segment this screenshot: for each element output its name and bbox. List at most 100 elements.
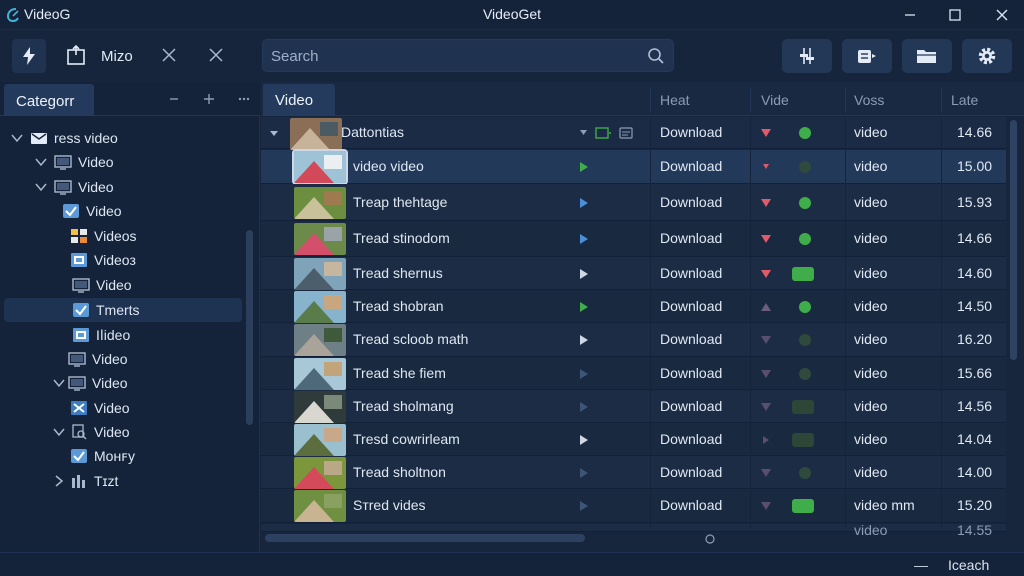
chevron-down-icon[interactable] [52,425,66,439]
table-row[interactable]: Sтred vides Download video mm 15.20 [261,489,1006,523]
video-thumbnail[interactable] [292,149,348,185]
status-cell[interactable]: Download [660,464,722,480]
table-row[interactable]: Tread sholmang Download video 14.56 [261,390,1006,423]
tree-item[interactable]: Video [0,273,245,297]
table-row[interactable]: Tread sholtnon Download video 14.00 [261,456,1006,489]
status-cell[interactable]: Download [660,497,722,513]
column-voss[interactable]: Voss [854,92,884,108]
chevron-down-icon[interactable] [10,131,24,145]
tree-item[interactable]: Video [0,420,245,444]
chevron-down-icon[interactable] [269,128,279,138]
tree-scrollbar[interactable] [246,230,253,425]
status-cell[interactable]: Download [660,265,722,281]
caption-icon[interactable] [619,127,633,139]
play-icon[interactable] [579,234,589,244]
play-icon[interactable] [579,402,589,412]
video-thumbnail[interactable] [294,424,346,456]
collapse-button[interactable] [164,90,184,108]
status-cell[interactable]: Download [660,365,722,381]
group-row[interactable]: Dattontias Download video 14.66 [261,117,1006,150]
video-thumbnail[interactable] [294,291,346,323]
settings-button[interactable] [962,39,1012,73]
video-thumbnail[interactable] [294,187,346,219]
table-row[interactable]: video video Download video 15.00 [261,149,1006,185]
play-icon[interactable] [579,435,589,445]
tree-item[interactable]: ress video [0,126,245,150]
chevron-down-icon[interactable] [579,129,588,137]
cancel-button[interactable] [203,42,229,68]
maximize-button[interactable] [935,2,975,28]
quick-action-button[interactable] [12,39,46,73]
export-button[interactable] [62,40,90,70]
tree-item[interactable]: Video [0,199,245,223]
play-icon[interactable] [579,198,589,208]
open-folder-button[interactable] [902,39,952,73]
search-input[interactable] [271,46,641,66]
status-cell[interactable]: Download [660,194,722,210]
chevron-down-icon[interactable] [52,376,66,390]
tree-item[interactable]: Videoз [0,248,245,272]
tree-item[interactable]: Video [0,347,245,371]
video-thumbnail[interactable] [290,118,342,150]
clear-button[interactable] [156,42,182,68]
play-icon[interactable] [579,269,589,279]
close-window-button[interactable] [982,2,1022,28]
video-thumbnail[interactable] [294,358,346,390]
play-icon[interactable] [579,369,589,379]
status-cell[interactable]: Download [660,431,722,447]
play-icon[interactable] [579,468,589,478]
settings-sliders-button[interactable] [782,39,832,73]
video-thumbnail[interactable] [294,457,346,489]
tree-item[interactable]: Video [0,396,245,420]
list-scrollbar-thumb[interactable] [1010,120,1017,360]
column-vide[interactable]: Vide [761,92,789,108]
tree-item[interactable]: Iⅼideo [0,323,245,347]
circle-handle-icon[interactable] [705,534,715,544]
table-row[interactable]: Tread shobran Download video 14.50 [261,290,1006,323]
column-heat[interactable]: Heat [660,92,690,108]
video-thumbnail[interactable] [294,490,346,522]
list-scrollbar[interactable] [1007,120,1019,510]
video-stream-icon[interactable] [595,127,611,139]
video-thumbnail[interactable] [294,223,346,255]
video-thumbnail[interactable] [294,391,346,423]
play-icon[interactable] [579,302,589,312]
minimize-button[interactable] [890,2,930,28]
tree-item[interactable]: Video [0,371,245,395]
tree-item[interactable]: Video [0,175,245,199]
status-cell[interactable]: Download [660,298,722,314]
tab-category[interactable]: Categorr [4,84,94,116]
tree-item[interactable]: Mᴏʜꜰy [0,444,245,468]
tree-item[interactable]: Tmerts [4,298,242,322]
chevron-down-icon[interactable] [34,180,48,194]
table-row[interactable]: video 14.55 [261,522,1006,538]
video-thumbnail[interactable] [294,324,346,356]
toolbar-label[interactable]: Mizo [101,48,133,65]
table-row[interactable]: Tread scloob math Download video 16.20 [261,323,1006,357]
more-options-button[interactable] [234,90,254,108]
toggle-pill-icon[interactable] [792,499,814,513]
play-icon[interactable] [579,162,589,172]
column-late[interactable]: Late [951,92,978,108]
add-category-button[interactable] [199,90,219,108]
table-row[interactable]: Tresd cowrirleam Download video 14.04 [261,423,1006,456]
toggle-pill-icon[interactable] [792,400,814,414]
chevron-down-icon[interactable] [34,155,48,169]
play-icon[interactable] [579,501,589,511]
table-row[interactable]: Tread shernus Download video 14.60 [261,257,1006,290]
search-box[interactable] [262,39,674,72]
toggle-pill-icon[interactable] [792,433,814,447]
chevron-right-icon[interactable] [52,474,66,488]
video-convert-button[interactable] [842,39,892,73]
play-icon[interactable] [579,335,589,345]
tree-item[interactable]: Video [0,150,245,174]
tree-item[interactable]: Videos [0,224,245,248]
status-cell[interactable]: Download [660,158,722,174]
table-row[interactable]: Treap thehtage Download video 15.93 [261,184,1006,221]
status-cell[interactable]: Download [660,398,722,414]
status-cell[interactable]: Download [660,124,722,140]
search-icon[interactable] [647,47,665,65]
status-cell[interactable]: Download [660,331,722,347]
toggle-pill-icon[interactable] [792,267,814,281]
table-row[interactable]: Tread stinodom Download video 14.66 [261,221,1006,257]
